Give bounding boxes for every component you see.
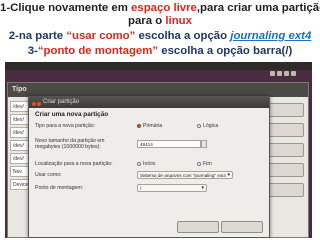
instruction-line-3: 2-na parte “usar como” escolha a opção j… bbox=[0, 29, 320, 43]
caption-text: escolha a opção bbox=[135, 30, 231, 42]
side-button[interactable] bbox=[266, 143, 304, 157]
dialog-heading: Criar uma nova partição bbox=[35, 111, 109, 118]
location-end-radio[interactable]: Fim bbox=[197, 161, 212, 167]
caption-keyword: journaling ext4 bbox=[230, 30, 312, 42]
close-icon[interactable] bbox=[32, 102, 36, 106]
instruction-line-4: 3-“ponto de montagem” escolha a opção ba… bbox=[0, 44, 320, 58]
size-input[interactable]: 48414 bbox=[137, 140, 201, 148]
cancel-button[interactable] bbox=[177, 221, 219, 233]
volume-icon[interactable] bbox=[277, 71, 282, 76]
caption-text: ,para criar uma partição bbox=[196, 2, 320, 14]
radio-icon bbox=[197, 123, 201, 128]
size-stepper[interactable] bbox=[201, 140, 207, 148]
type-label: Tipo para a nova partição: bbox=[35, 123, 96, 129]
caption-text: 3- bbox=[27, 45, 38, 57]
use-as-value: Sistema de arquivos com "journaling" ext… bbox=[140, 173, 226, 178]
caption-text: 2-na parte bbox=[8, 30, 67, 42]
side-button[interactable] bbox=[266, 163, 304, 177]
instruction-line-1: 1-Clique novamente em espaço livre,para … bbox=[0, 1, 320, 15]
radio-label: Lógica bbox=[203, 123, 219, 129]
window-controls bbox=[32, 100, 42, 111]
window-title: Tipo bbox=[8, 83, 308, 97]
mount-point-label: Ponto de montagem: bbox=[35, 185, 84, 191]
radio-icon bbox=[137, 161, 141, 166]
caption-highlight: “usar como” bbox=[66, 30, 136, 42]
side-button[interactable] bbox=[266, 103, 304, 117]
caption-text: escolha a opção barra(/) bbox=[158, 45, 293, 57]
radio-icon bbox=[197, 161, 201, 166]
battery-icon[interactable] bbox=[284, 71, 289, 76]
caption-text: 1-Clique novamente em bbox=[0, 2, 132, 14]
mount-point-select[interactable]: / ▾ bbox=[137, 184, 207, 192]
type-logical-radio[interactable]: Lógica bbox=[197, 123, 218, 129]
radio-selected-icon bbox=[137, 123, 141, 128]
use-as-select[interactable]: Sistema de arquivos com "journaling" ext… bbox=[137, 171, 233, 179]
minimize-icon[interactable] bbox=[37, 102, 41, 106]
system-top-panel bbox=[5, 62, 312, 76]
chevron-down-icon: ▾ bbox=[227, 172, 230, 178]
caption-text: para o bbox=[128, 15, 166, 27]
power-icon[interactable] bbox=[291, 71, 296, 76]
radio-label: Fim bbox=[203, 161, 212, 167]
side-button[interactable] bbox=[266, 183, 304, 197]
mount-point-value: / bbox=[140, 186, 142, 191]
ok-button[interactable] bbox=[221, 221, 263, 233]
window-side-buttons bbox=[266, 103, 304, 203]
type-primary-radio[interactable]: Primária bbox=[137, 123, 162, 129]
size-label: Novo tamanho da partição em megabytes (1… bbox=[35, 138, 105, 150]
radio-label: Início bbox=[143, 161, 156, 167]
radio-label: Primária bbox=[143, 123, 163, 129]
dialog-titlebar: Criar partição bbox=[29, 97, 269, 108]
use-as-label: Usar como: bbox=[35, 172, 62, 178]
instruction-line-2: para o linux bbox=[0, 14, 320, 28]
chevron-down-icon: ▾ bbox=[201, 185, 204, 191]
create-partition-dialog: Criar partição Criar uma nova partição T… bbox=[28, 96, 270, 238]
caption-highlight: espaço livre bbox=[131, 2, 197, 14]
caption-highlight: “ponto de montagem” bbox=[37, 45, 159, 57]
location-label: Localização para a nova partição: bbox=[35, 161, 113, 167]
system-tray bbox=[268, 63, 308, 76]
side-button[interactable] bbox=[266, 123, 304, 137]
network-icon[interactable] bbox=[270, 71, 275, 76]
location-start-radio[interactable]: Início bbox=[137, 161, 155, 167]
dialog-title: Criar partição bbox=[43, 99, 80, 105]
caption-highlight: linux bbox=[165, 15, 192, 27]
installer-screenshot: Tipo /dev/ /dev/ /dev/ /dev/ /dev/ Nov D… bbox=[5, 62, 312, 238]
